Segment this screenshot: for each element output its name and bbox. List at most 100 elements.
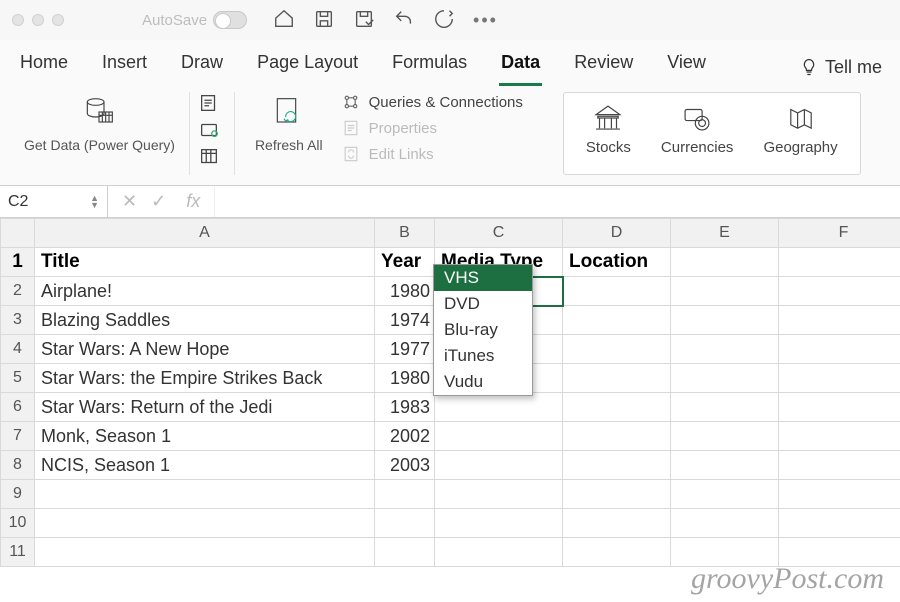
accept-formula-icon[interactable]: ✓ bbox=[151, 191, 166, 212]
col-header-C[interactable]: C bbox=[435, 219, 563, 248]
close-window-icon[interactable] bbox=[12, 14, 24, 26]
cell[interactable] bbox=[435, 422, 563, 451]
dropdown-option[interactable]: DVD bbox=[434, 291, 532, 317]
home-icon[interactable] bbox=[273, 8, 295, 33]
more-commands-icon[interactable]: ••• bbox=[473, 10, 498, 31]
cell[interactable]: Monk, Season 1 bbox=[35, 422, 375, 451]
cell[interactable]: 1980 bbox=[375, 364, 435, 393]
cell[interactable] bbox=[779, 306, 900, 335]
queries-connections-button[interactable]: Queries & Connections bbox=[341, 92, 523, 112]
row-header[interactable]: 9 bbox=[1, 480, 35, 509]
cell[interactable]: Star Wars: A New Hope bbox=[35, 335, 375, 364]
save-as-icon[interactable] bbox=[353, 8, 375, 33]
col-header-B[interactable]: B bbox=[375, 219, 435, 248]
dropdown-option[interactable]: VHS bbox=[434, 265, 532, 291]
cell[interactable] bbox=[779, 422, 900, 451]
toggle-off-icon[interactable] bbox=[213, 11, 247, 29]
cell[interactable] bbox=[779, 248, 900, 277]
tab-review[interactable]: Review bbox=[572, 48, 635, 86]
cell[interactable] bbox=[671, 451, 779, 480]
name-box[interactable]: C2 ▲▼ bbox=[0, 186, 108, 217]
maximize-window-icon[interactable] bbox=[52, 14, 64, 26]
dropdown-option[interactable]: Blu-ray bbox=[434, 317, 532, 343]
cell[interactable] bbox=[35, 509, 375, 538]
cell[interactable] bbox=[671, 480, 779, 509]
dropdown-option[interactable]: iTunes bbox=[434, 343, 532, 369]
cell[interactable] bbox=[563, 451, 671, 480]
cell[interactable]: 1977 bbox=[375, 335, 435, 364]
cell[interactable] bbox=[779, 538, 900, 567]
col-header-E[interactable]: E bbox=[671, 219, 779, 248]
get-data-button[interactable]: Get Data (Power Query) bbox=[10, 92, 190, 175]
name-box-spinner[interactable]: ▲▼ bbox=[90, 195, 99, 209]
cell[interactable] bbox=[671, 306, 779, 335]
insert-function-button[interactable]: fx bbox=[180, 191, 200, 212]
minimize-window-icon[interactable] bbox=[32, 14, 44, 26]
cell[interactable] bbox=[671, 335, 779, 364]
cell[interactable]: 2003 bbox=[375, 451, 435, 480]
stocks-type-button[interactable]: Stocks bbox=[586, 101, 631, 166]
col-header-A[interactable]: A bbox=[35, 219, 375, 248]
cell[interactable] bbox=[563, 277, 671, 306]
cell[interactable]: Star Wars: Return of the Jedi bbox=[35, 393, 375, 422]
cell[interactable] bbox=[435, 393, 563, 422]
cell[interactable]: 1980 bbox=[375, 277, 435, 306]
tab-insert[interactable]: Insert bbox=[100, 48, 149, 86]
col-header-F[interactable]: F bbox=[779, 219, 900, 248]
tab-view[interactable]: View bbox=[665, 48, 708, 86]
cell[interactable] bbox=[563, 422, 671, 451]
cell[interactable]: Year bbox=[375, 248, 435, 277]
row-header[interactable]: 2 bbox=[1, 277, 35, 306]
cell[interactable]: 1974 bbox=[375, 306, 435, 335]
from-web-icon[interactable] bbox=[198, 119, 220, 144]
cell[interactable] bbox=[671, 538, 779, 567]
cell[interactable] bbox=[375, 509, 435, 538]
cell[interactable] bbox=[779, 393, 900, 422]
cell[interactable] bbox=[563, 480, 671, 509]
from-text-icon[interactable] bbox=[198, 92, 220, 117]
cell[interactable] bbox=[435, 538, 563, 567]
select-all-corner[interactable] bbox=[1, 219, 35, 248]
cell[interactable] bbox=[35, 480, 375, 509]
cell[interactable] bbox=[375, 538, 435, 567]
cell[interactable]: Title bbox=[35, 248, 375, 277]
cell[interactable] bbox=[779, 451, 900, 480]
row-header[interactable]: 3 bbox=[1, 306, 35, 335]
row-header[interactable]: 8 bbox=[1, 451, 35, 480]
cell[interactable] bbox=[435, 509, 563, 538]
cell[interactable] bbox=[435, 451, 563, 480]
cell[interactable] bbox=[563, 538, 671, 567]
cell[interactable]: 2002 bbox=[375, 422, 435, 451]
from-table-icon[interactable] bbox=[198, 146, 220, 171]
cell[interactable] bbox=[375, 480, 435, 509]
col-header-D[interactable]: D bbox=[563, 219, 671, 248]
cell[interactable] bbox=[671, 422, 779, 451]
row-header[interactable]: 5 bbox=[1, 364, 35, 393]
row-header[interactable]: 7 bbox=[1, 422, 35, 451]
cell[interactable] bbox=[779, 480, 900, 509]
save-icon[interactable] bbox=[313, 8, 335, 33]
cell[interactable]: Blazing Saddles bbox=[35, 306, 375, 335]
cell[interactable] bbox=[671, 509, 779, 538]
tab-formulas[interactable]: Formulas bbox=[390, 48, 469, 86]
formula-input[interactable] bbox=[215, 186, 900, 217]
cell[interactable] bbox=[35, 538, 375, 567]
cell[interactable] bbox=[779, 364, 900, 393]
tab-home[interactable]: Home bbox=[18, 48, 70, 86]
row-header[interactable]: 6 bbox=[1, 393, 35, 422]
cell[interactable] bbox=[779, 509, 900, 538]
tell-me-search[interactable]: Tell me bbox=[799, 48, 882, 86]
cell[interactable] bbox=[779, 335, 900, 364]
cell[interactable] bbox=[671, 277, 779, 306]
cell[interactable] bbox=[563, 306, 671, 335]
currencies-type-button[interactable]: Currencies bbox=[661, 101, 734, 166]
spreadsheet-grid[interactable]: A B C D E F 1 Title Year Media Type Loca… bbox=[0, 218, 900, 567]
cell[interactable] bbox=[563, 335, 671, 364]
cell[interactable]: Location bbox=[563, 248, 671, 277]
undo-icon[interactable] bbox=[393, 8, 415, 33]
cell[interactable] bbox=[779, 277, 900, 306]
row-header[interactable]: 4 bbox=[1, 335, 35, 364]
cell[interactable]: 1983 bbox=[375, 393, 435, 422]
cancel-formula-icon[interactable]: ✕ bbox=[122, 191, 137, 212]
cell[interactable] bbox=[435, 480, 563, 509]
